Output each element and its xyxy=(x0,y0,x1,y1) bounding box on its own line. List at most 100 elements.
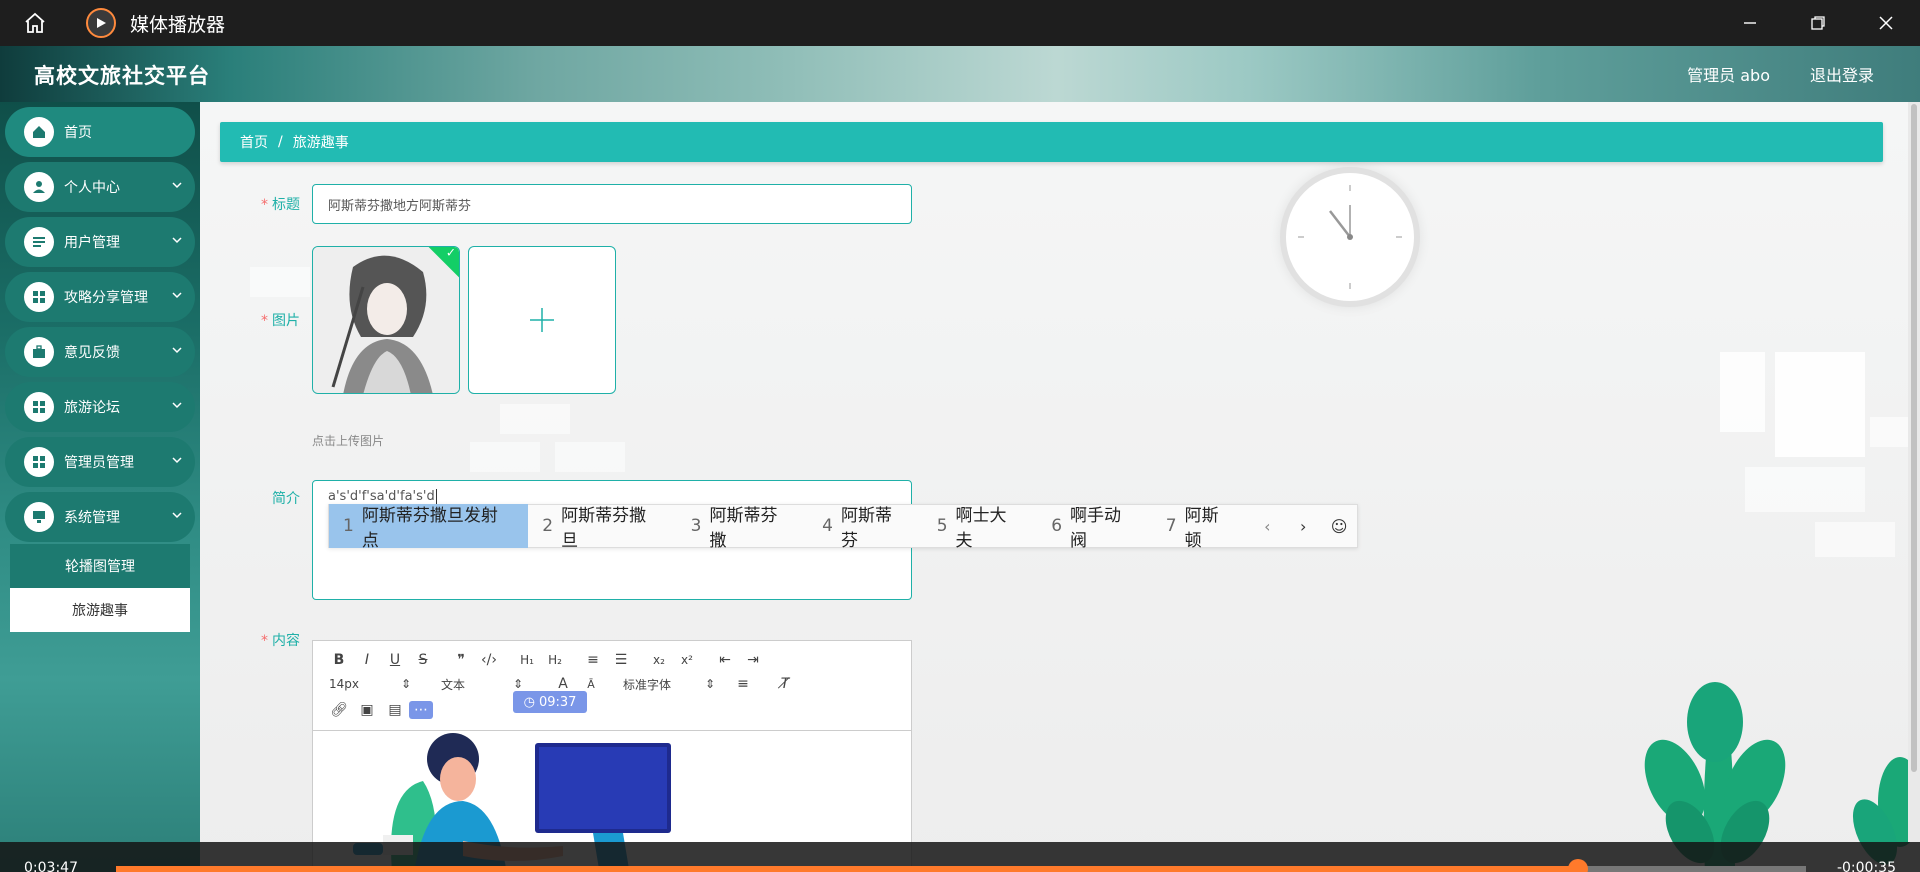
sidebar-item-system-management[interactable]: 系统管理 xyxy=(5,492,195,542)
submenu-item-carousel[interactable]: 轮播图管理 xyxy=(10,544,190,588)
link-icon: 🔗︎ xyxy=(330,702,348,718)
title-label: * 标题 xyxy=(261,197,300,213)
blockquote-button[interactable]: ❞ xyxy=(447,649,475,671)
clock-decoration xyxy=(1280,167,1420,307)
submenu-item-travel-anecdotes[interactable]: 旅游趣事 xyxy=(10,588,190,632)
content-label: * 内容 xyxy=(261,633,300,649)
image-button[interactable]: ▣ xyxy=(353,699,381,721)
character-image xyxy=(313,247,459,393)
chevron-down-icon xyxy=(172,512,182,519)
page-scrollbar[interactable] xyxy=(1908,102,1920,842)
more-button[interactable]: ⋯ xyxy=(409,701,433,719)
sidebar-item-guide-sharing[interactable]: 攻略分享管理 xyxy=(5,272,195,322)
sidebar-item-label: 个人中心 xyxy=(64,180,120,196)
chevron-down-icon xyxy=(172,402,182,409)
align-button[interactable]: ≡ xyxy=(729,673,757,695)
grid-icon xyxy=(24,282,54,312)
minimize-button[interactable] xyxy=(1716,0,1784,46)
sidebar-item-user-management[interactable]: 用户管理 xyxy=(5,217,195,267)
ime-prev-button[interactable]: ‹ xyxy=(1249,504,1285,548)
image-icon: ▣ xyxy=(360,702,374,718)
italic-button[interactable]: I xyxy=(353,649,381,671)
indent-button[interactable]: ⇥ xyxy=(739,649,767,671)
user-icon xyxy=(24,172,54,202)
upload-image-button[interactable] xyxy=(468,246,616,394)
home-icon xyxy=(24,117,54,147)
sidebar-item-personal-center[interactable]: 个人中心 xyxy=(5,162,195,212)
chevron-updown-icon: ⇕ xyxy=(400,677,411,691)
player-title: 媒体播放器 xyxy=(130,13,226,36)
ime-candidate[interactable]: 5 啊士大夫 xyxy=(923,504,1038,551)
heading2-button[interactable]: H₂ xyxy=(541,649,569,671)
ime-candidate[interactable]: 6 啊手动阀 xyxy=(1037,504,1152,551)
media-player-icon xyxy=(86,8,116,38)
restore-button[interactable] xyxy=(1784,0,1852,46)
sidebar-item-label: 用户管理 xyxy=(64,235,120,251)
rich-text-editor[interactable]: B I U S ❞ ‹/› H₁ H₂ ≡ ☰ x₂ x² ⇤ ⇥ 14px ⇕ … xyxy=(312,640,912,872)
time-remaining: -0:00:35 xyxy=(1836,860,1896,872)
breadcrumb-current: 旅游趣事 xyxy=(292,135,349,151)
scrollbar-thumb[interactable] xyxy=(1911,104,1917,772)
breadcrumb-home[interactable]: 首页 xyxy=(240,132,268,152)
ime-candidate[interactable]: 1 阿斯蒂芬撒旦发射点 xyxy=(329,504,529,551)
ime-next-button[interactable]: › xyxy=(1285,504,1321,548)
seek-track[interactable] xyxy=(116,859,1806,872)
restore-icon xyxy=(1811,16,1825,30)
chevron-down-icon xyxy=(172,347,182,354)
video-button[interactable]: ▤ xyxy=(381,699,409,721)
sidebar-item-label: 管理员管理 xyxy=(64,455,134,471)
font-family-select[interactable]: 标准字体 ⇕ xyxy=(619,676,719,693)
app-title: 高校文旅社交平台 xyxy=(34,64,210,88)
video-icon: ▤ xyxy=(388,702,402,718)
list-icon xyxy=(24,227,54,257)
image-label: * 图片 xyxy=(261,313,300,329)
superscript-button[interactable]: x² xyxy=(673,649,701,671)
bullet-list-button[interactable]: ☰ xyxy=(607,649,635,671)
ordered-list-button[interactable]: ≡ xyxy=(579,649,607,671)
chevron-down-icon xyxy=(172,457,182,464)
underline-button[interactable]: U xyxy=(381,649,409,671)
strike-button[interactable]: S xyxy=(409,649,437,671)
outdent-button[interactable]: ⇤ xyxy=(711,649,739,671)
clear-format-button[interactable]: T̸ xyxy=(771,673,799,695)
ime-candidate[interactable]: 7 阿斯顿 xyxy=(1152,504,1250,551)
sidebar-item-feedback[interactable]: 意见反馈 xyxy=(5,327,195,377)
ime-candidate[interactable]: 3 阿斯蒂芬撒 xyxy=(677,504,808,551)
close-icon xyxy=(1879,16,1893,30)
home-icon xyxy=(25,12,45,33)
sidebar-item-admin-management[interactable]: 管理员管理 xyxy=(5,437,195,487)
font-size-select[interactable]: 14px ⇕ xyxy=(325,677,415,691)
sidebar-item-home[interactable]: 首页 xyxy=(5,107,195,157)
ime-candidate-bar: 1 阿斯蒂芬撒旦发射点 2 阿斯蒂芬撒旦 3 阿斯蒂芬撒 4 阿斯蒂芬 5 啊士大夫 6啊… xyxy=(328,504,1358,551)
check-icon: ✓ xyxy=(445,246,456,260)
link-button[interactable]: 🔗︎ xyxy=(325,699,353,721)
chevron-down-icon xyxy=(172,292,182,299)
time-elapsed: 0:03:47 xyxy=(24,860,78,872)
header-select[interactable]: 文本 ⇕ xyxy=(437,676,527,693)
grid-icon xyxy=(24,447,54,477)
code-block-button[interactable]: ‹/› xyxy=(475,649,503,671)
close-button[interactable] xyxy=(1852,0,1920,46)
chevron-down-icon xyxy=(172,182,182,189)
logout-link[interactable]: 退出登录 xyxy=(1810,62,1874,86)
chevron-down-icon xyxy=(172,237,182,244)
chevron-right-icon: › xyxy=(1299,516,1307,536)
subscript-button[interactable]: x₂ xyxy=(645,649,673,671)
sidebar-item-label: 首页 xyxy=(64,125,92,141)
ime-candidate[interactable]: 2 阿斯蒂芬撒旦 xyxy=(528,504,676,551)
chevron-updown-icon: ⇕ xyxy=(704,677,715,691)
minimize-icon xyxy=(1744,22,1756,24)
heading1-button[interactable]: H₁ xyxy=(513,649,541,671)
ime-emoji-button[interactable]: ☺ xyxy=(1321,504,1357,548)
ime-candidate[interactable]: 4 阿斯蒂芬 xyxy=(808,504,923,551)
seek-handle[interactable] xyxy=(1567,859,1588,872)
bold-button[interactable]: B xyxy=(325,649,353,671)
clock-icon: ◷ xyxy=(523,694,535,710)
intro-label: 简介 xyxy=(272,491,300,507)
uploaded-image-thumbnail[interactable]: ✓ xyxy=(312,246,460,394)
title-input[interactable]: 阿斯蒂芬撒地方阿斯蒂芬 xyxy=(312,184,912,224)
home-button[interactable] xyxy=(0,0,70,46)
sidebar-item-travel-forum[interactable]: 旅游论坛 xyxy=(5,382,195,432)
sidebar-item-label: 攻略分享管理 xyxy=(64,290,148,306)
chevron-left-icon: ‹ xyxy=(1264,516,1271,536)
